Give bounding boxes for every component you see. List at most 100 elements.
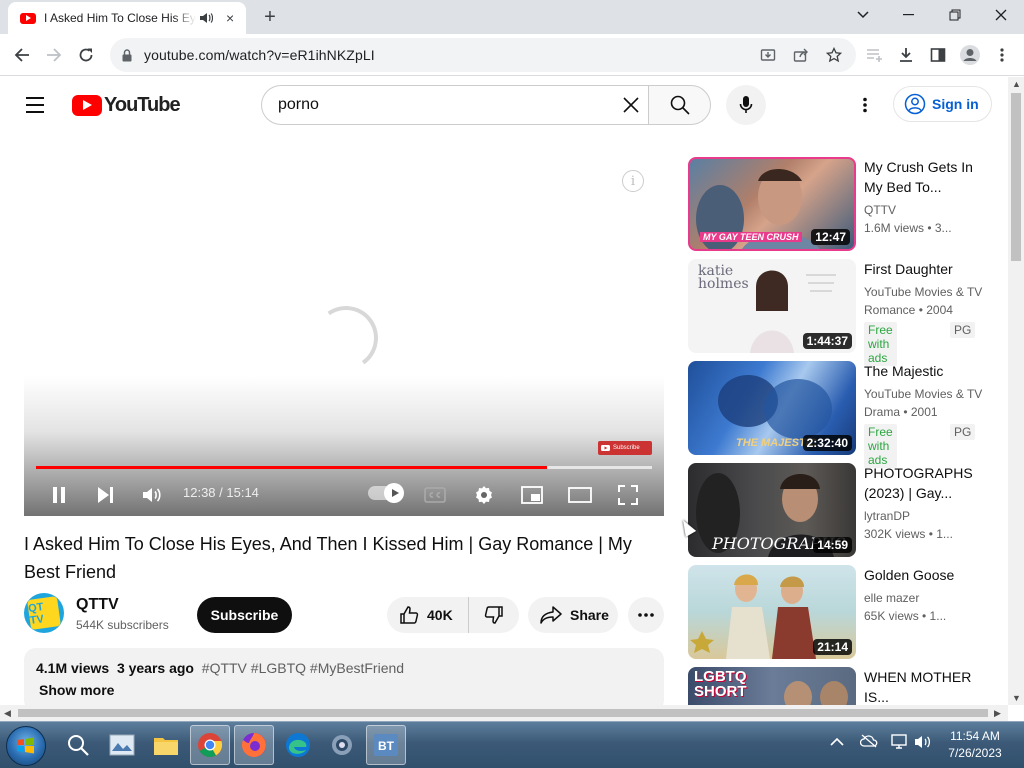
description-box[interactable]: 4.1M views 3 years ago #QTTV #LGBTQ #MyB… [24,648,664,712]
clear-search-icon[interactable] [619,93,643,117]
video-thumbnail[interactable]: PHOTOGRAPHS 14:59 [688,463,856,557]
rec-channel[interactable]: lytranDP [864,507,986,525]
rec-channel[interactable]: QTTV [864,201,986,219]
recommendation-item[interactable]: 21:14 Golden Goose elle mazer 65K views … [688,565,998,659]
install-app-icon[interactable] [757,44,779,66]
video-thumbnail[interactable]: katie holmes 1:44:37 [688,259,856,353]
subtitles-cc-icon[interactable] [422,482,448,508]
browser-tab[interactable]: I Asked Him To Close His Eyes, And Then … [8,2,246,34]
close-window-button[interactable] [978,0,1024,30]
taskbar-search-icon[interactable] [58,725,98,765]
scroll-left-arrow-icon[interactable]: ◀ [4,708,11,719]
channel-avatar[interactable]: QT TV [24,593,64,633]
progress-bar[interactable] [36,466,652,469]
rec-title[interactable]: First Daughter [864,259,982,279]
taskbar-settings-app-icon[interactable] [322,725,362,765]
miniplayer-icon[interactable] [519,482,545,508]
subscribe-button[interactable]: Subscribe [197,597,292,633]
recommendation-item[interactable]: MY GAY TEEN CRUSH 12:47 My Crush Gets In… [688,157,998,251]
settings-more-icon[interactable] [853,93,877,117]
autoplay-toggle[interactable] [368,483,404,503]
rec-title[interactable]: My Crush Gets In My Bed To... [864,157,982,197]
more-actions-button[interactable] [628,597,664,633]
rec-title[interactable]: Golden Goose [864,565,982,585]
recommendation-item[interactable]: PHOTOGRAPHS 14:59 PHOTOGRAPHS (2023) | G… [688,463,998,557]
reload-icon[interactable] [72,41,100,69]
scroll-down-arrow-icon[interactable]: ▼ [1012,693,1021,703]
taskbar-bt-app-icon[interactable]: BT [366,725,406,765]
video-player[interactable]: i Subscribe 12:38 / 15:14 [24,148,664,516]
profile-avatar-icon[interactable] [956,41,984,69]
vertical-scroll-thumb[interactable] [1011,93,1021,261]
page-horizontal-scrollbar[interactable]: ◀ ▶ [0,705,1008,721]
subscribe-watermark[interactable]: Subscribe [598,441,652,455]
taskbar-photo-viewer-icon[interactable] [102,725,142,765]
taskbar-firefox-icon[interactable] [234,725,274,765]
pause-icon[interactable] [46,482,72,508]
hashtags[interactable]: #QTTV #LGBTQ #MyBestFriend [202,660,404,676]
minimize-button[interactable] [886,0,932,30]
rec-channel[interactable]: YouTube Movies & TV [864,283,986,301]
scroll-right-arrow-icon[interactable]: ▶ [994,708,1001,719]
progress-played [36,466,548,469]
reading-list-icon[interactable] [860,41,888,69]
next-video-icon[interactable] [92,482,118,508]
taskbar-file-explorer-icon[interactable] [146,725,186,765]
address-bar[interactable]: youtube.com/watch?v=eR1ihNKZpLI [110,38,856,72]
recommendation-item[interactable]: katie holmes 1:44:37 First Daughter YouT… [688,259,998,366]
youtube-watermark-icon [601,445,610,451]
voice-search-button[interactable] [726,85,766,125]
taskbar-edge-icon[interactable] [278,725,318,765]
page-vertical-scrollbar[interactable]: ▲ ▼ [1008,77,1024,705]
tray-volume-icon[interactable] [914,734,932,753]
search-button[interactable] [648,85,711,125]
tray-cloud-offline-icon[interactable] [859,734,878,751]
tray-network-icon[interactable] [890,734,910,753]
show-hidden-icons-arrow-icon[interactable] [830,734,844,750]
show-more-button[interactable]: Show more [36,682,652,698]
dislike-button[interactable] [469,605,519,625]
video-thumbnail[interactable]: THE MAJESTIC 2:32:40 [688,361,856,455]
tab-close-icon[interactable]: × [222,10,238,26]
taskbar-clock[interactable]: 11:54 AM 7/26/2023 [936,728,1014,762]
youtube-logo[interactable]: YouTube [72,94,181,117]
like-button[interactable]: 40K [387,597,469,633]
downloads-icon[interactable] [892,41,920,69]
chrome-menu-icon[interactable] [988,41,1016,69]
side-panel-icon[interactable] [924,41,952,69]
rec-channel[interactable]: elle mazer [864,589,986,607]
audio-playing-icon[interactable] [198,11,214,25]
settings-gear-icon[interactable] [471,482,497,508]
bookmark-star-icon[interactable] [823,44,845,66]
more-horizontal-icon [638,613,654,617]
volume-icon[interactable] [139,482,165,508]
restore-button[interactable] [932,0,978,30]
rec-channel[interactable]: YouTube Movies & TV [864,385,986,403]
search-input[interactable]: porno [261,85,649,125]
taskbar-chrome-icon[interactable] [190,725,230,765]
theater-mode-icon[interactable] [567,482,593,508]
rec-title[interactable]: The Majestic [864,361,982,381]
scroll-up-arrow-icon[interactable]: ▲ [1012,79,1021,89]
horizontal-scroll-thumb[interactable] [18,709,988,717]
video-thumbnail[interactable]: MY GAY TEEN CRUSH 12:47 [688,157,856,251]
channel-name[interactable]: QTTV [76,596,119,614]
recommendation-item[interactable]: LGBTQ SHORT WHEN MOTHER IS... [688,667,998,705]
rec-title[interactable]: WHEN MOTHER IS... [864,667,982,705]
tab-search-dropdown-icon[interactable] [840,0,886,30]
forward-arrow-icon[interactable] [40,41,68,69]
new-tab-button[interactable]: + [258,5,282,29]
back-arrow-icon[interactable] [8,41,36,69]
sign-in-button[interactable]: Sign in [893,86,992,122]
share-page-icon[interactable] [790,44,812,66]
subscriber-count: 544K subscribers [76,618,169,632]
start-button[interactable] [6,726,46,766]
video-thumbnail[interactable]: 21:14 [688,565,856,659]
guide-menu-icon[interactable] [24,93,48,117]
recommendation-item[interactable]: THE MAJESTIC 2:32:40 The Majestic YouTub… [688,361,998,468]
fullscreen-icon[interactable] [615,482,641,508]
info-icon[interactable]: i [622,170,644,192]
share-button[interactable]: Share [528,597,618,633]
video-thumbnail[interactable]: LGBTQ SHORT [688,667,856,705]
rec-title[interactable]: PHOTOGRAPHS (2023) | Gay... [864,463,982,503]
